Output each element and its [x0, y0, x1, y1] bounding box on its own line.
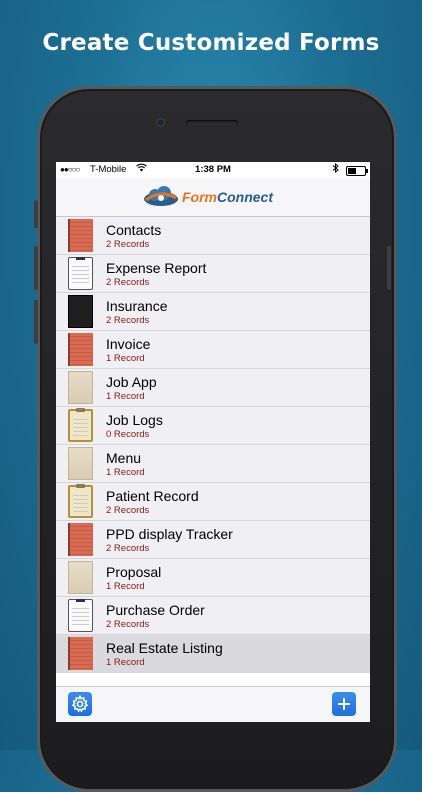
form-row-ppd-display-tracker[interactable]: PPD display Tracker 2 Records	[56, 521, 370, 559]
form-row-real-estate-listing[interactable]: Real Estate Listing 1 Record	[56, 635, 370, 673]
form-name: Proposal	[106, 564, 162, 580]
headline: Create Customized Forms	[42, 30, 380, 56]
logo-text-form: Form	[182, 189, 217, 205]
record-count: 1 Record	[106, 581, 145, 592]
bottom-toolbar	[56, 686, 370, 722]
notebook-thumbnail-icon	[68, 219, 93, 252]
settings-button[interactable]	[68, 692, 92, 716]
bluetooth-icon	[332, 162, 339, 176]
record-count: 2 Records	[106, 239, 150, 250]
record-count: 1 Record	[106, 353, 145, 364]
record-count: 0 Records	[106, 429, 150, 440]
form-name: Contacts	[106, 222, 162, 238]
form-name: Menu	[106, 450, 142, 466]
cloud-logo-icon	[142, 186, 180, 208]
form-name: Insurance	[106, 298, 168, 314]
form-name: Patient Record	[106, 488, 199, 504]
notebook-thumbnail-icon	[68, 637, 93, 670]
status-time: 1:38 PM	[195, 164, 231, 175]
record-count: 2 Records	[106, 543, 150, 554]
record-count: 1 Record	[106, 391, 145, 402]
phone-side-button	[34, 200, 38, 228]
status-bar: ●●○○○ T-Mobile 1:38 PM	[56, 162, 370, 178]
logo-text: FormConnect	[182, 189, 273, 205]
form-name: Real Estate Listing	[106, 640, 223, 656]
phone-power-button	[387, 246, 391, 290]
form-name: PPD display Tracker	[106, 526, 233, 542]
form-name: Job Logs	[106, 412, 163, 428]
record-count: 1 Record	[106, 657, 145, 668]
record-count: 2 Records	[106, 619, 150, 630]
form-row-insurance[interactable]: Insurance 2 Records	[56, 293, 370, 331]
phone-volume-down	[34, 300, 38, 344]
form-row-menu[interactable]: Menu 1 Record	[56, 445, 370, 483]
record-count: 2 Records	[106, 315, 150, 326]
logo-text-connect: Connect	[217, 189, 273, 205]
formconnect-logo: FormConnect	[142, 185, 273, 209]
plus-icon	[336, 696, 352, 712]
nav-bar: FormConnect	[56, 178, 370, 217]
form-row-job-app[interactable]: Job App 1 Record	[56, 369, 370, 407]
clipboard-thumbnail-icon	[68, 599, 93, 632]
paper-thumbnail-icon	[68, 561, 93, 594]
paper-thumbnail-icon	[68, 447, 93, 480]
form-name: Job App	[106, 374, 157, 390]
paper-thumbnail-icon	[68, 371, 93, 404]
clipboard-thumbnail-icon	[68, 257, 93, 290]
record-count: 2 Records	[106, 505, 150, 516]
notebook-thumbnail-icon	[68, 333, 93, 366]
app-screen: ●●○○○ T-Mobile 1:38 PM FormConnect Conta…	[56, 162, 370, 722]
form-row-purchase-order[interactable]: Purchase Order 2 Records	[56, 597, 370, 635]
record-count: 2 Records	[106, 277, 150, 288]
earpiece-speaker	[186, 120, 238, 126]
form-name: Invoice	[106, 336, 151, 352]
black-notebook-thumbnail-icon	[68, 295, 93, 328]
form-row-patient-record[interactable]: Patient Record 2 Records	[56, 483, 370, 521]
form-row-proposal[interactable]: Proposal 1 Record	[56, 559, 370, 597]
add-form-button[interactable]	[332, 692, 356, 716]
record-count: 1 Record	[106, 467, 145, 478]
form-row-contacts[interactable]: Contacts 2 Records	[56, 217, 370, 255]
form-row-invoice[interactable]: Invoice 1 Record	[56, 331, 370, 369]
notebook-thumbnail-icon	[68, 523, 93, 556]
form-row-expense-report[interactable]: Expense Report 2 Records	[56, 255, 370, 293]
clipboard-thumbnail-icon	[68, 408, 93, 442]
form-row-job-logs[interactable]: Job Logs 0 Records	[56, 407, 370, 445]
phone-volume-up	[34, 246, 38, 290]
form-name: Purchase Order	[106, 602, 205, 618]
battery-icon	[346, 166, 368, 176]
forms-list: Contacts 2 Records Expense Report 2 Reco…	[56, 217, 370, 673]
gear-icon	[71, 695, 89, 713]
front-camera	[156, 118, 165, 127]
form-name: Expense Report	[106, 260, 207, 276]
clipboard-thumbnail-icon	[68, 484, 93, 518]
